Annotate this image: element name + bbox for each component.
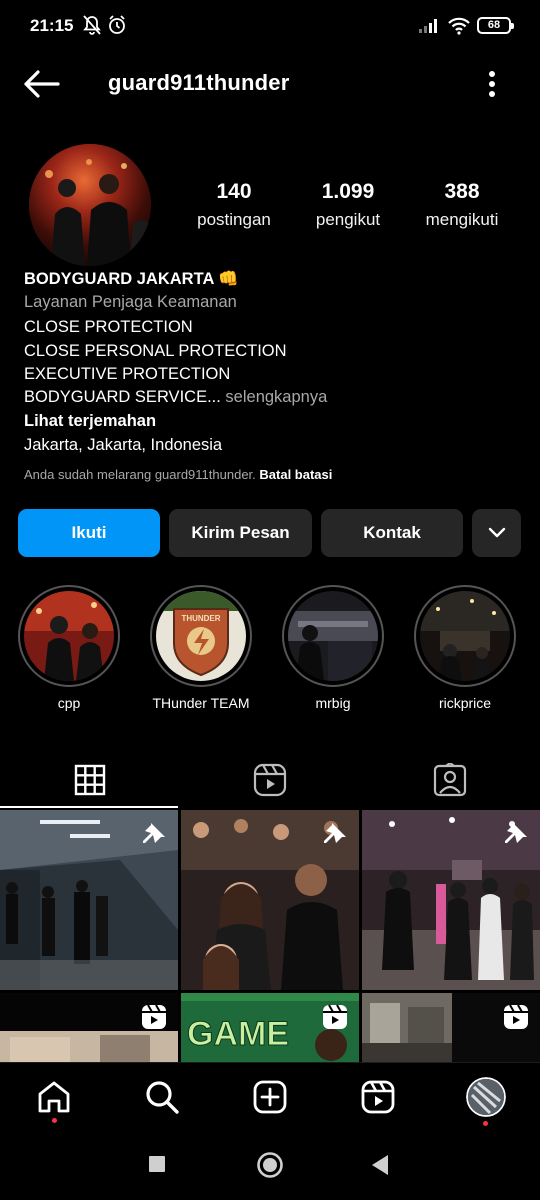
- grid-icon: [74, 764, 106, 796]
- tab-posts-grid[interactable]: [0, 752, 180, 808]
- following-stat[interactable]: 388 mengikuti: [414, 180, 510, 230]
- pinned-icon: [143, 823, 165, 843]
- posts-stat[interactable]: 140 postingan: [186, 180, 282, 230]
- home-icon: [38, 1081, 70, 1113]
- pinned-icon: [324, 823, 346, 843]
- post-thumbnail[interactable]: [181, 810, 359, 990]
- page-title: guard911thunder: [108, 70, 290, 95]
- restrict-notice: Anda sudah melarang guard911thunder. Bat…: [24, 467, 332, 482]
- bio-line: CLOSE PERSONAL PROTECTION: [24, 342, 287, 360]
- alarm-icon: [109, 15, 125, 34]
- chevron-down-icon: [488, 527, 505, 538]
- nav-reels[interactable]: [356, 1075, 400, 1119]
- followers-stat[interactable]: 1.099 pengikut: [300, 180, 396, 230]
- posts-label: postingan: [197, 210, 271, 229]
- suggested-accounts-button[interactable]: [472, 509, 521, 557]
- home-button-icon[interactable]: [256, 1151, 284, 1179]
- thunder-logo-image: THUNDER: [156, 591, 246, 681]
- restrict-notice-text: Anda sudah melarang guard911thunder.: [24, 467, 256, 482]
- bio-line: CLOSE PROTECTION: [24, 318, 193, 336]
- reel-badge-icon: [142, 1004, 166, 1029]
- highlight-image: [288, 591, 378, 681]
- bio-line: EXECUTIVE PROTECTION: [24, 365, 231, 383]
- nav-home[interactable]: [32, 1075, 76, 1119]
- system-navigation-bar: [0, 1130, 540, 1200]
- story-highlight[interactable]: mrbig: [282, 585, 384, 711]
- nav-profile[interactable]: [464, 1075, 508, 1119]
- highlight-badge-text: THUNDER: [181, 614, 220, 623]
- message-button[interactable]: Kirim Pesan: [169, 509, 312, 557]
- tagged-person-icon: [433, 763, 467, 797]
- reel-badge-icon: [323, 1004, 347, 1029]
- profile-avatar[interactable]: [29, 144, 151, 266]
- followers-label: pengikut: [315, 210, 381, 229]
- search-icon: [146, 1081, 179, 1114]
- create-post-icon: [253, 1080, 287, 1114]
- nav-search[interactable]: [140, 1075, 184, 1119]
- highlight-label: THunder TEAM: [152, 695, 250, 711]
- post-thumbnail[interactable]: [0, 993, 178, 1062]
- pinned-icon: [505, 823, 527, 843]
- highlight-ring: [18, 585, 120, 687]
- reels-nav-icon: [361, 1080, 395, 1114]
- see-more-link[interactable]: selengkapnya: [225, 388, 327, 406]
- reels-icon: [253, 763, 287, 797]
- highlight-label: mrbig: [315, 695, 351, 711]
- highlight-image: [420, 591, 510, 681]
- tab-tagged[interactable]: [360, 752, 540, 808]
- following-label: mengikuti: [425, 210, 499, 229]
- recent-apps-icon[interactable]: [148, 1155, 166, 1173]
- highlight-cover: [420, 591, 510, 681]
- more-options-icon[interactable]: [478, 64, 506, 104]
- highlight-ring: [282, 585, 384, 687]
- profile-location[interactable]: Jakarta, Jakarta, Indonesia: [24, 436, 222, 455]
- home-notification-dot: [52, 1118, 57, 1123]
- battery-indicator: 68: [477, 17, 514, 34]
- highlight-cover: [288, 591, 378, 681]
- post-thumbnail[interactable]: [362, 993, 540, 1062]
- cellular-signal-icon: [419, 19, 437, 33]
- follow-button[interactable]: Ikuti: [18, 509, 160, 557]
- bio-line: BODYGUARD SERVICE...: [24, 388, 221, 406]
- see-translation-link[interactable]: Lihat terjemahan: [24, 412, 156, 431]
- game-day-text: GAME: [187, 1015, 289, 1053]
- tab-reels[interactable]: [180, 752, 360, 808]
- nav-create[interactable]: [248, 1075, 292, 1119]
- followers-count: 1.099: [321, 180, 375, 203]
- back-arrow-icon[interactable]: [22, 64, 62, 104]
- highlight-label: cpp: [57, 695, 81, 711]
- highlight-ring: [414, 585, 516, 687]
- profile-category: Layanan Penjaga Keamanan: [24, 293, 237, 311]
- post-thumbnail[interactable]: GAME: [181, 993, 359, 1062]
- post-thumbnail[interactable]: [0, 810, 178, 990]
- wifi-icon: [448, 17, 470, 35]
- highlight-image: [24, 591, 114, 681]
- back-button-icon[interactable]: [370, 1154, 390, 1176]
- profile-avatar-icon: [466, 1077, 506, 1117]
- story-highlight[interactable]: THUNDER THunder TEAM: [150, 585, 252, 711]
- profile-name: BODYGUARD JAKARTA 👊: [24, 270, 239, 288]
- avatar-image: [29, 144, 151, 266]
- reel-badge-icon: [504, 1004, 528, 1029]
- story-highlight[interactable]: rickprice: [414, 585, 516, 711]
- highlight-ring: THUNDER: [150, 585, 252, 687]
- active-tab-indicator: [0, 806, 178, 808]
- story-highlight[interactable]: cpp: [18, 585, 120, 711]
- status-time: 21:15: [30, 16, 74, 35]
- following-count: 388: [444, 180, 480, 203]
- highlight-cover: [24, 591, 114, 681]
- bottom-navigation: [0, 1062, 540, 1130]
- bio-line-truncated: BODYGUARD SERVICE... selengkapnya: [24, 388, 327, 407]
- status-bar: 21:15 68: [0, 0, 540, 52]
- post-thumbnail[interactable]: [362, 810, 540, 990]
- profile-notification-dot: [483, 1121, 488, 1126]
- highlight-cover: THUNDER: [156, 591, 246, 681]
- highlight-label: rickprice: [438, 695, 492, 711]
- bell-off-icon: [83, 15, 101, 35]
- contact-button[interactable]: Kontak: [321, 509, 463, 557]
- posts-count: 140: [216, 180, 252, 203]
- unrestrict-link[interactable]: Batal batasi: [259, 467, 332, 482]
